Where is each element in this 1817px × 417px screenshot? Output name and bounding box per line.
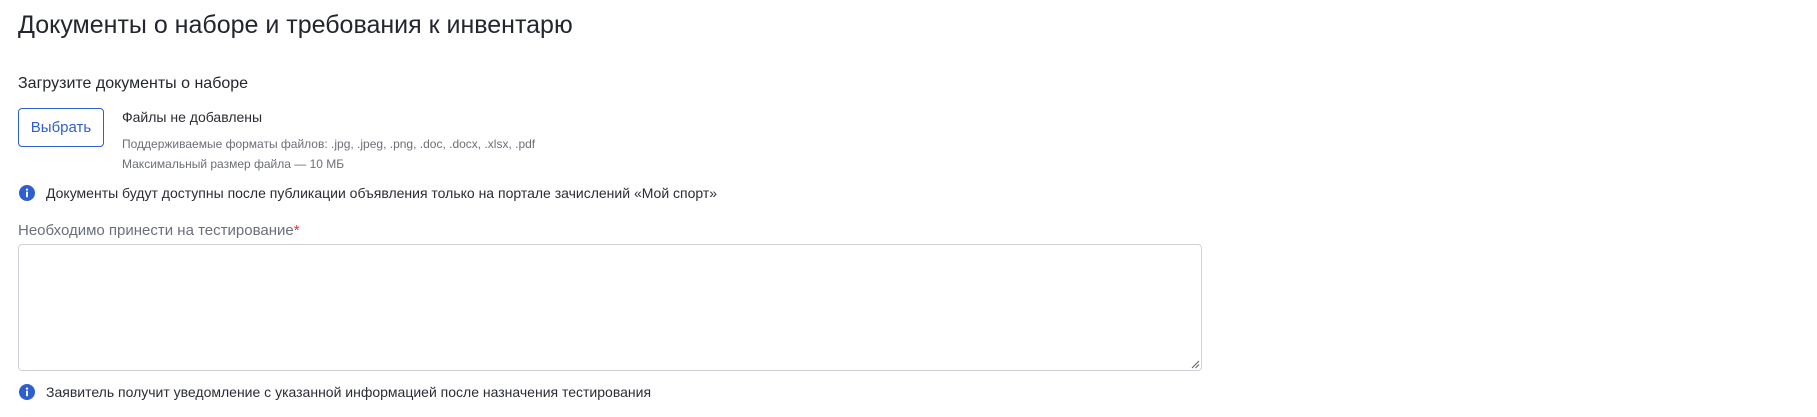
documents-info-note: Документы будут доступны после публикаци… <box>19 185 717 201</box>
section-title: Документы о наборе и требования к инвент… <box>18 11 573 39</box>
choose-files-button[interactable]: Выбрать <box>18 108 104 147</box>
testing-items-field-wrapper <box>18 244 1202 371</box>
testing-info-text: Заявитель получит уведомление с указанно… <box>46 384 652 400</box>
upload-documents-label: Загрузите документы о наборе <box>18 75 249 92</box>
required-mark: * <box>293 222 300 239</box>
max-file-size-hint: Максимальный размер файла — 10 МБ <box>122 157 345 171</box>
resize-handle-icon[interactable] <box>1190 359 1200 369</box>
supported-formats-hint: Поддерживаемые форматы файлов: .jpg, .jp… <box>122 137 536 151</box>
files-status-text: Файлы не добавлены <box>122 109 263 125</box>
documents-info-text: Документы будут доступны после публикаци… <box>46 185 718 201</box>
testing-items-textarea[interactable] <box>18 244 1202 371</box>
testing-items-label: Необходимо принести на тестирование* <box>18 222 300 239</box>
info-icon <box>19 185 35 201</box>
info-icon <box>19 384 35 400</box>
testing-info-note: Заявитель получит уведомление с указанно… <box>19 384 651 400</box>
testing-items-label-text: Необходимо принести на тестирование <box>18 222 294 239</box>
recruitment-documents-section: Документы о наборе и требования к инвент… <box>0 0 1817 417</box>
